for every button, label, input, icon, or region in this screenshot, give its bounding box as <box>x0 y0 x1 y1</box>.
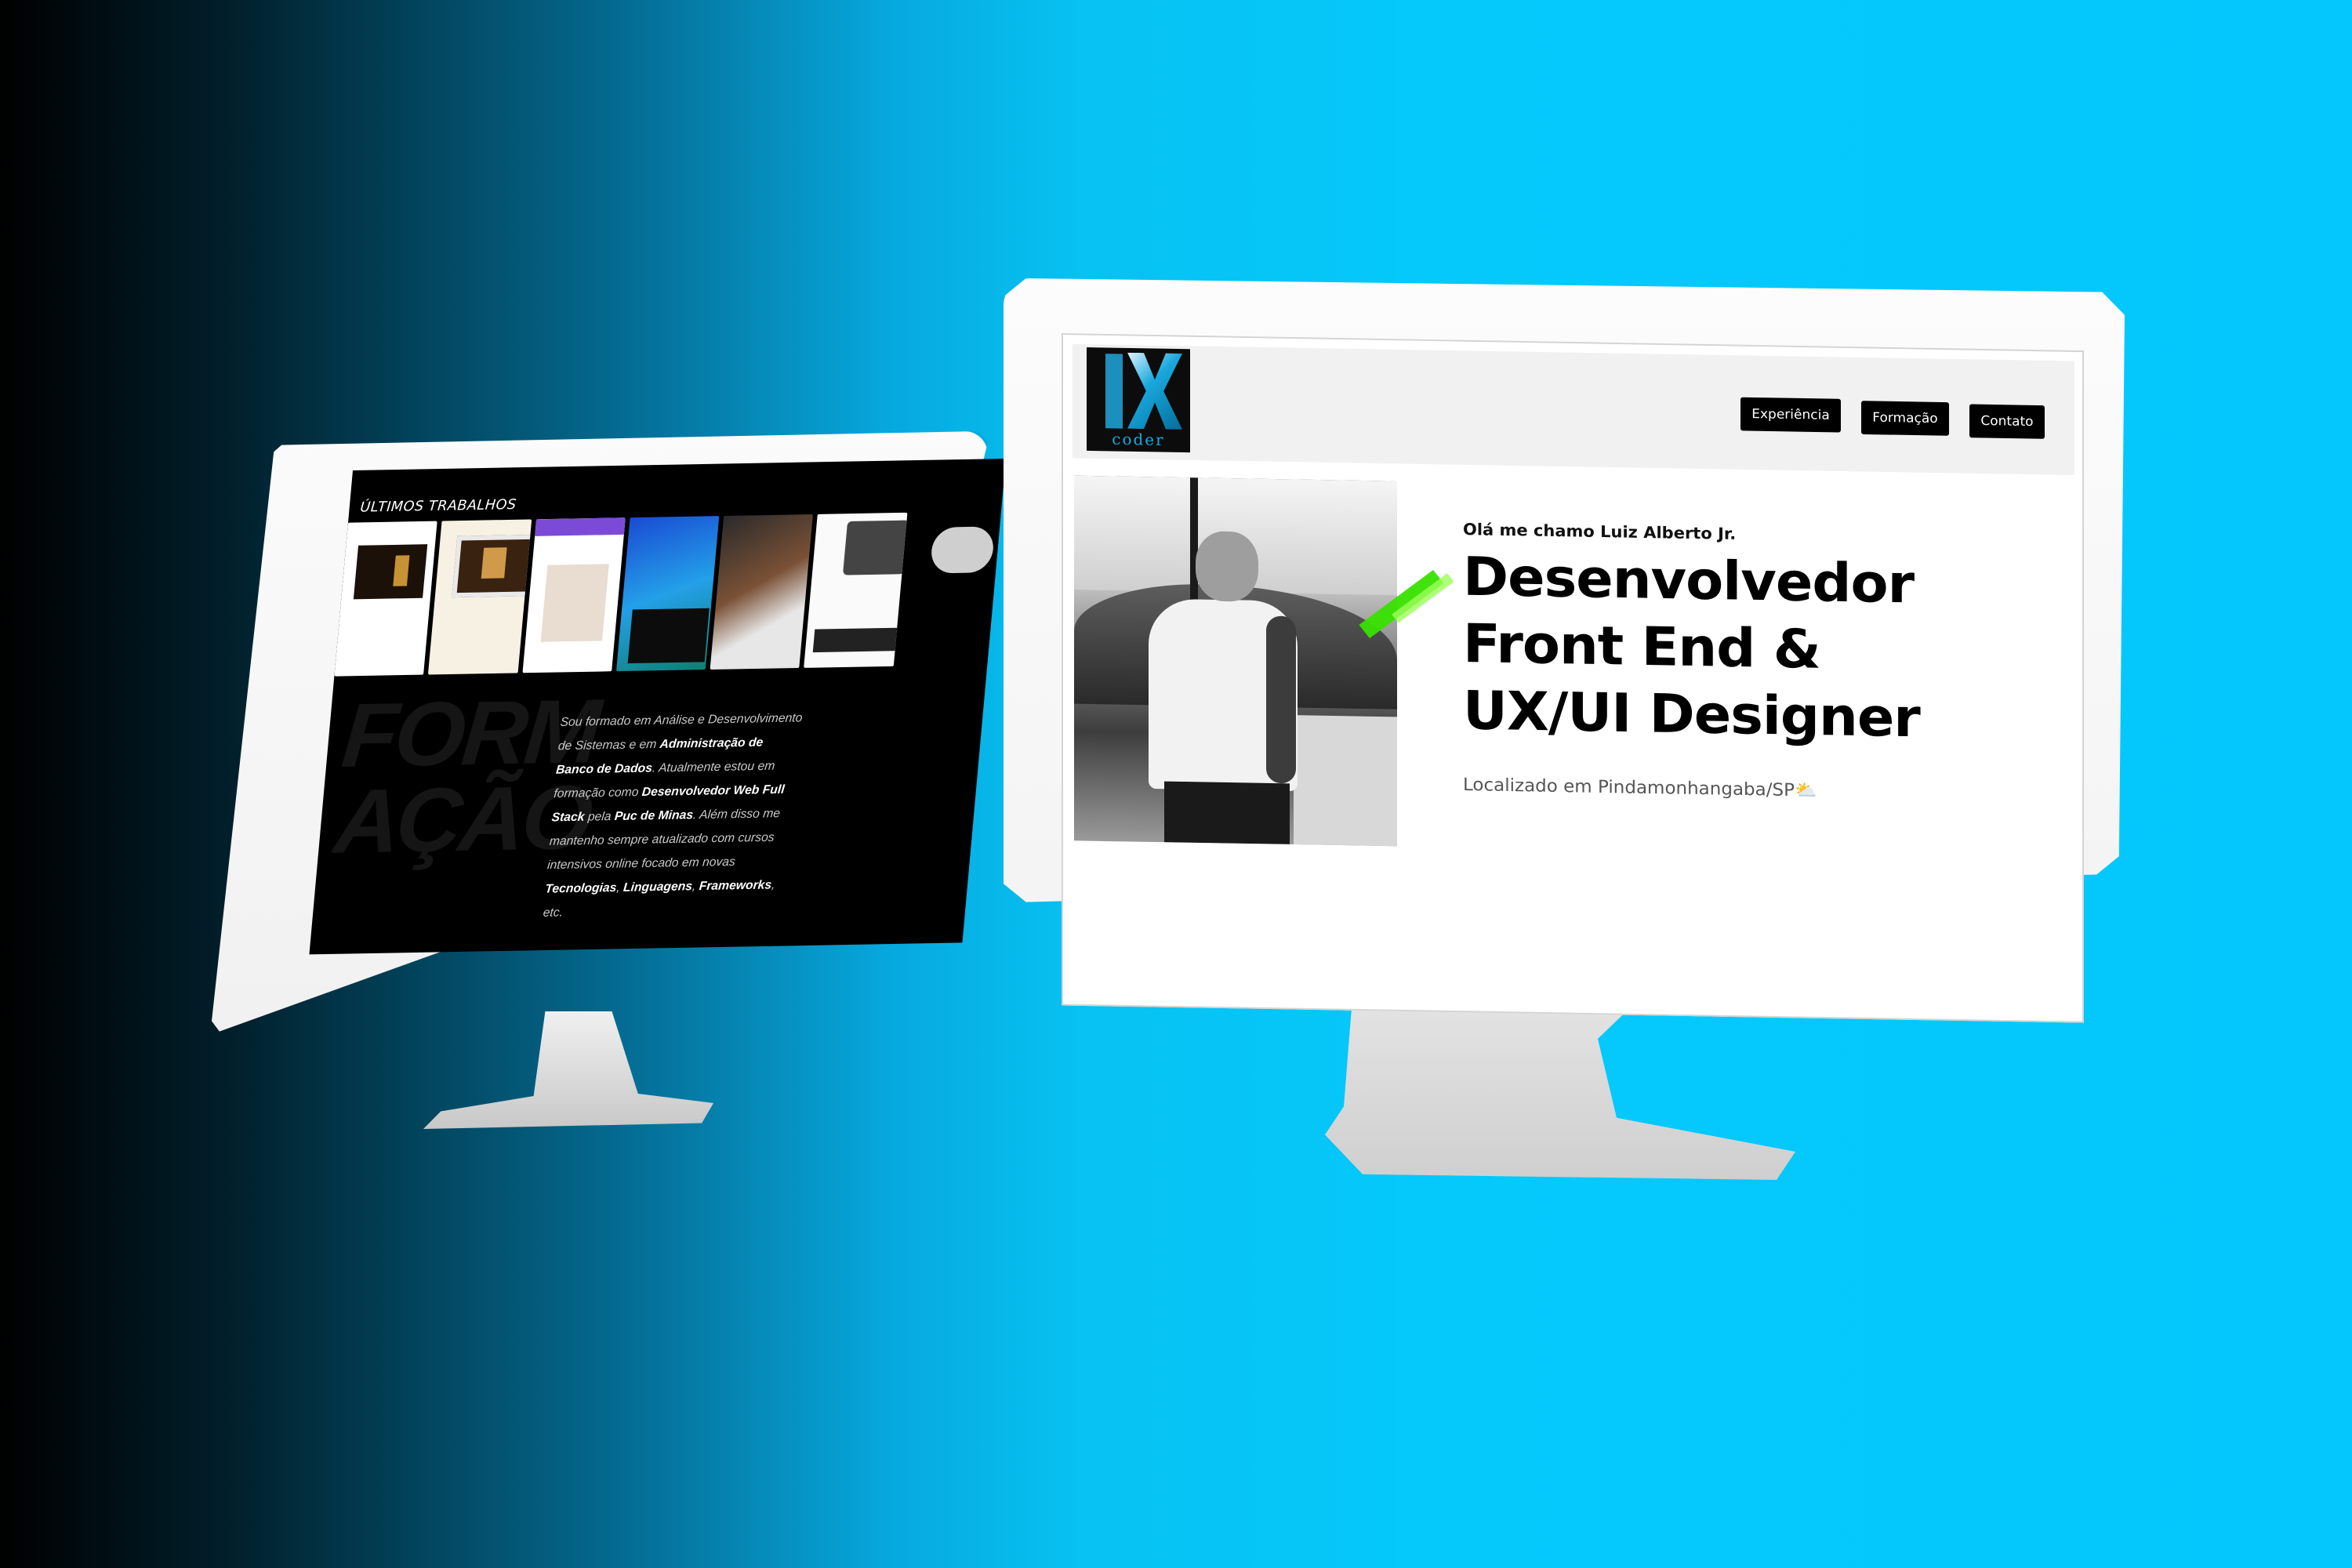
formacao-heading: FORM AÇÃO <box>330 681 602 873</box>
left-screen: ÚLTIMOS TRABALHOS FORM AÇÃO Sou formado … <box>309 459 1007 955</box>
work-thumbnail[interactable] <box>428 519 532 675</box>
site-logo[interactable]: coder <box>1087 347 1190 453</box>
work-thumbnail[interactable] <box>898 510 1001 666</box>
work-thumbnail[interactable] <box>522 517 626 673</box>
paragraph-highlight: Tecnologias <box>544 881 618 896</box>
hero-headline-line-3: UX/UI Designer <box>1463 679 1920 750</box>
work-thumbnail[interactable] <box>710 514 814 670</box>
paragraph-highlight: Puc de Minas <box>614 808 694 823</box>
site-header: coder Experiência Formação Contato <box>1073 343 2074 476</box>
formacao-paragraph: Sou formado em Análise e Desenvolvimento… <box>542 706 807 925</box>
work-thumbnail[interactable] <box>334 521 437 677</box>
work-thumbnail[interactable] <box>615 516 720 672</box>
right-screen: coder Experiência Formação Contato Olá m… <box>1062 333 2084 1023</box>
nav-experiencia-button[interactable]: Experiência <box>1740 397 1841 433</box>
sun-cloud-icon: ⛅ <box>1794 780 1817 801</box>
nav-contato-button[interactable]: Contato <box>1969 404 2045 439</box>
hero-location: Localizado em Pindamonhangaba/SP⛅ <box>1463 775 2059 805</box>
nav-formacao-button[interactable]: Formação <box>1861 401 1949 436</box>
hero-headline: Desenvolvedor Front End & UX/UI Designer <box>1359 543 2059 754</box>
paragraph-text: pela <box>583 810 615 824</box>
paragraph-highlight: Linguagens <box>622 880 693 895</box>
imac-left: ÚLTIMOS TRABALHOS FORM AÇÃO Sou formado … <box>212 431 1007 1129</box>
work-thumbnail[interactable] <box>804 512 908 668</box>
formacao-heading-line-2: AÇÃO <box>330 766 594 873</box>
hero-text: Olá me chamo Luiz Alberto Jr. Desenvolve… <box>1359 521 2059 805</box>
hero-headline-line-2: Front End & <box>1463 612 1820 681</box>
paragraph-highlight: Frameworks <box>699 878 772 893</box>
profile-photo <box>1074 475 1397 847</box>
location-text: Localizado em Pindamonhangaba/SP <box>1463 775 1795 800</box>
hero-headline-line-1: Desenvolvedor <box>1463 545 1915 615</box>
logo-x-mark <box>1127 353 1182 430</box>
imac-left-stand <box>423 1011 713 1129</box>
logo-bar <box>1105 354 1123 429</box>
formacao-heading-line-1: FORM <box>338 681 602 787</box>
imac-right: coder Experiência Formação Contato Olá m… <box>1004 278 2125 1345</box>
logo-text: coder <box>1112 430 1165 449</box>
works-gallery <box>333 510 1001 684</box>
latest-works-title: ÚLTIMOS TRABALHOS <box>359 496 517 516</box>
